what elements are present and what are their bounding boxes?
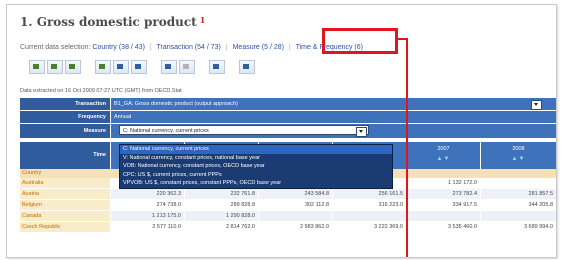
selection-transaction-link[interactable]: Transaction (54 / 73) [157, 44, 221, 51]
table-row: Czech Republic 2 577 110.0 2 814 762.0 2… [20, 222, 556, 232]
country-header-label: Country [22, 170, 42, 176]
year-column-header-2007[interactable]: 2007 ▲▼ [407, 142, 480, 169]
data-cell: 1 132 172.0 [447, 180, 477, 186]
measure-select[interactable]: C: National currency, current prices [119, 125, 369, 137]
transaction-value: B1_GA: Gross domestic product (output ap… [114, 101, 238, 107]
data-cell [407, 211, 480, 221]
transaction-select[interactable]: B1_GA: Gross domestic product (output ap… [111, 98, 556, 110]
measure-value: C: National currency, current prices [123, 128, 209, 134]
data-cell: 1 213 175.0 [111, 211, 184, 221]
measure-option[interactable]: VOB: National currency, constant prices,… [120, 162, 392, 171]
measure-option[interactable]: CPC: US $, current prices, current PPPs [120, 171, 392, 180]
chevron-down-icon[interactable] [531, 100, 542, 110]
highlight-pointer-line [406, 38, 408, 257]
data-cell: 1 290 828.0 [185, 211, 258, 221]
settings-icon[interactable] [239, 60, 255, 74]
year-label: 2007 [437, 146, 450, 152]
country-name[interactable]: Austria [20, 189, 110, 199]
data-table: Transaction B1_GA: Gross domestic produc… [20, 98, 556, 258]
data-cell: 274 738.0 [156, 202, 181, 208]
data-cell: 302 112.8 [304, 202, 329, 208]
data-cell [259, 211, 332, 221]
selection-country-link[interactable]: Country (38 / 43) [92, 44, 145, 51]
export-excel-icon[interactable] [29, 60, 45, 74]
frequency-label: Frequency [20, 111, 110, 123]
data-cell: 273 782.4 [407, 189, 480, 199]
data-cell [481, 178, 556, 188]
current-selection-bar: Current data selection: Country (38 / 43… [20, 44, 363, 51]
frequency-value: Annual [111, 111, 556, 123]
time-label: Time [20, 142, 110, 169]
disabled-tool-icon [179, 60, 195, 74]
year-column-header-2008[interactable]: 2008 ▲▼ [481, 142, 556, 169]
data-cell: 281 857.5 [481, 189, 556, 199]
transaction-label: Transaction [20, 98, 110, 110]
highlight-box [322, 28, 398, 54]
data-cell: 232 761.8 [185, 189, 258, 199]
selection-label: Current data selection: [20, 44, 91, 51]
layout-icon[interactable] [131, 60, 147, 74]
refresh-icon[interactable] [209, 60, 225, 74]
toolbar [29, 60, 255, 74]
data-cell [333, 211, 406, 221]
title-marker: 1 [199, 15, 206, 25]
sort-arrows-icon[interactable]: ▲▼ [481, 156, 556, 162]
table-row: Austria 220 362.3 232 761.8 243 584.8 25… [20, 189, 556, 199]
data-cell: 289 828.8 [230, 202, 255, 208]
measure-label: Measure [20, 124, 110, 138]
data-cell: 3 535 460.0 [447, 224, 477, 230]
data-cell: 3 689 994.0 [523, 224, 553, 230]
selection-separator: | [225, 44, 228, 51]
country-name[interactable]: Belgium [20, 200, 110, 210]
title-text: 1. Gross domestic product [20, 15, 197, 29]
selection-measure-link[interactable]: Measure (5 / 28) [233, 44, 284, 51]
data-cell: 316 223.0 [378, 202, 403, 208]
page-title: 1. Gross domestic product 1 [20, 15, 205, 29]
selection-separator: | [288, 44, 291, 51]
sort-arrows-icon[interactable]: ▲▼ [407, 156, 480, 162]
data-cell: 2 983 862.0 [299, 224, 329, 230]
measure-option[interactable]: V: National currency, constant prices, n… [120, 154, 392, 163]
dataset-panel: 1. Gross domestic product 1 Current data … [6, 4, 557, 258]
table-row: Canada 1 213 175.0 1 290 828.0 [20, 211, 556, 221]
print-icon[interactable] [161, 60, 177, 74]
data-cell: 256 161.5 [333, 189, 406, 199]
frequency-row: Frequency Annual [20, 111, 556, 123]
table-row: Belgium 274 738.0 289 828.8 302 112.8 31… [20, 200, 556, 210]
export-csv-icon[interactable] [47, 60, 63, 74]
chevron-down-icon[interactable] [356, 127, 367, 137]
pivot-table-icon[interactable] [95, 60, 111, 74]
country-name[interactable]: Canada [20, 211, 110, 221]
data-cell: 334 917.5 [452, 202, 477, 208]
measure-row: Measure C: National currency, current pr… [20, 124, 556, 138]
data-cell: 344 205.8 [528, 202, 553, 208]
country-name[interactable]: Australia [20, 178, 110, 188]
data-cell: 2 577 110.0 [152, 224, 181, 230]
export-text-icon[interactable] [65, 60, 81, 74]
measure-option[interactable]: VPVOB: US $, constant prices, constant P… [120, 179, 392, 188]
measure-option[interactable]: C: National currency, current prices [120, 145, 392, 154]
data-cell: 3 222 369.0 [373, 224, 403, 230]
selection-separator: | [149, 44, 152, 51]
year-label: 2008 [512, 146, 525, 152]
data-cell: 243 584.8 [259, 189, 332, 199]
data-cell [481, 211, 556, 221]
chart-icon[interactable] [113, 60, 129, 74]
data-cell: 2 814 762.0 [225, 224, 255, 230]
transaction-row: Transaction B1_GA: Gross domestic produc… [20, 98, 556, 110]
measure-dropdown-list: C: National currency, current prices V: … [119, 144, 393, 189]
data-cell: 220 362.3 [111, 189, 184, 199]
extraction-note: Data extracted on 16 Oct 2009 07:27 UTC … [20, 88, 182, 94]
country-name[interactable]: Czech Republic [20, 222, 110, 232]
